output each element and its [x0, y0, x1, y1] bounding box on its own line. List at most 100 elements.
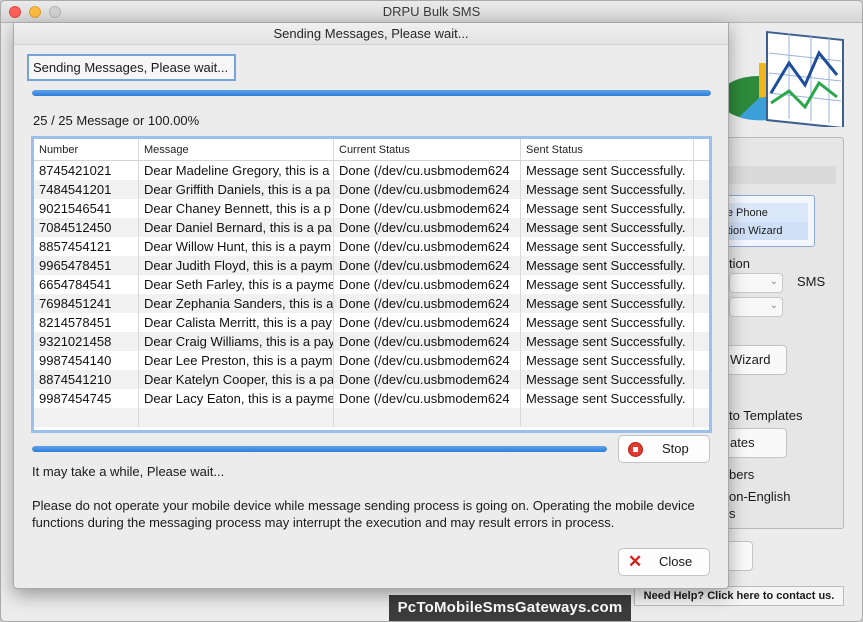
bg-select-1[interactable]: ⌄ — [729, 273, 783, 293]
bg-templates-button[interactable]: ates — [719, 428, 787, 458]
table-row[interactable]: 8857454121 Dear Willow Hunt, this is a pa… — [34, 237, 709, 256]
sending-dialog: Sending Messages, Please wait... Sending… — [13, 22, 729, 589]
zoom-window-icon[interactable] — [49, 6, 61, 18]
table-cell-spacer — [694, 199, 709, 218]
table-cell: Done (/dev/cu.usbmodem624 — [334, 389, 521, 408]
table-cell: 7484541201 — [34, 180, 139, 199]
table-cell: 8745421021 — [34, 161, 139, 180]
column-header[interactable]: Sent Status — [521, 139, 694, 160]
table-cell-spacer — [694, 256, 709, 275]
table-cell: Dear Judith Floyd, this is a paym — [139, 256, 334, 275]
chevron-down-icon: ⌄ — [769, 276, 778, 287]
table-cell-spacer — [694, 313, 709, 332]
table-row[interactable]: 6654784541 Dear Seth Farley, this is a pa… — [34, 275, 709, 294]
table-cell — [521, 408, 694, 427]
table-row[interactable]: 8874541210 Dear Katelyn Cooper, this is a… — [34, 370, 709, 389]
table-cell: Dear Madeline Gregory, this is a — [139, 161, 334, 180]
table-body: 8745421021 Dear Madeline Gregory, this is… — [34, 161, 709, 427]
table-cell-spacer — [694, 294, 709, 313]
stop-button-label: Stop — [662, 441, 689, 456]
bg-select-2[interactable]: ⌄ — [729, 297, 783, 317]
table-cell: 9987454140 — [34, 351, 139, 370]
minimize-window-icon[interactable] — [29, 6, 41, 18]
bg-wizard-button[interactable]: Wizard — [719, 345, 787, 375]
table-row[interactable]: 9321021458 Dear Craig Williams, this is a… — [34, 332, 709, 351]
message-count-text: 25 / 25 Message or 100.00% — [33, 113, 200, 128]
column-header[interactable]: Current Status — [334, 139, 521, 160]
table-row[interactable]: 7084512450 Dear Daniel Bernard, this is a… — [34, 218, 709, 237]
overall-progress-fill — [32, 90, 711, 96]
table-cell: Dear Lee Preston, this is a paym — [139, 351, 334, 370]
table-cell: 9965478451 — [34, 256, 139, 275]
table-cell: Done (/dev/cu.usbmodem624 — [334, 332, 521, 351]
table-cell: Message sent Successfully. — [521, 389, 694, 408]
window-title: DRPU Bulk SMS — [382, 4, 481, 19]
bg-templates-label: to Templates — [729, 408, 803, 423]
table-cell-spacer — [694, 237, 709, 256]
bg-option-label: tion — [729, 256, 750, 271]
table-cell: Done (/dev/cu.usbmodem624 — [334, 199, 521, 218]
table-cell: Message sent Successfully. — [521, 237, 694, 256]
table-cell: Dear Daniel Bernard, this is a pa — [139, 218, 334, 237]
table-cell: Done (/dev/cu.usbmodem624 — [334, 237, 521, 256]
table-cell: Message sent Successfully. — [521, 370, 694, 389]
close-button-label: Close — [659, 554, 693, 569]
app-logo-chart-icon — [719, 30, 844, 127]
stop-button[interactable]: Stop — [618, 435, 710, 463]
table-row[interactable]: 8745421021 Dear Madeline Gregory, this is… — [34, 161, 709, 180]
column-header[interactable]: Number — [34, 139, 139, 160]
table-row-empty — [34, 408, 709, 427]
bg-non-english-label: on-English — [729, 489, 791, 504]
table-cell: Dear Katelyn Cooper, this is a pa — [139, 370, 334, 389]
table-cell: Message sent Successfully. — [521, 294, 694, 313]
table-cell: Dear Lacy Eaton, this is a payme — [139, 389, 334, 408]
table-cell: Done (/dev/cu.usbmodem624 — [334, 256, 521, 275]
table-cell-spacer — [694, 218, 709, 237]
table-row[interactable]: 7484541201 Dear Griffith Daniels, this is… — [34, 180, 709, 199]
bg-sms-label: SMS — [797, 274, 826, 289]
table-cell: Message sent Successfully. — [521, 313, 694, 332]
table-cell — [694, 408, 709, 427]
table-row[interactable]: 9021546541 Dear Chaney Bennett, this is a… — [34, 199, 709, 218]
table-row[interactable]: 9987454140 Dear Lee Preston, this is a pa… — [34, 351, 709, 370]
table-row[interactable]: 7698451241 Dear Zephania Sanders, this is… — [34, 294, 709, 313]
table-cell: 8214578451 — [34, 313, 139, 332]
messages-table[interactable]: Number Message Current Status Sent Status 8… — [31, 136, 712, 433]
table-row[interactable]: 9987454745 Dear Lacy Eaton, this is a pay… — [34, 389, 709, 408]
table-cell: Message sent Successfully. — [521, 161, 694, 180]
dialog-title: Sending Messages, Please wait... — [14, 23, 728, 45]
table-cell-spacer — [694, 351, 709, 370]
table-cell: Done (/dev/cu.usbmodem624 — [334, 313, 521, 332]
table-cell — [139, 408, 334, 427]
current-progress-bar — [32, 446, 607, 452]
table-cell: Done (/dev/cu.usbmodem624 — [334, 351, 521, 370]
table-cell: 7698451241 — [34, 294, 139, 313]
table-cell-spacer — [694, 370, 709, 389]
table-cell: Done (/dev/cu.usbmodem624 — [334, 294, 521, 313]
table-cell: Dear Craig Williams, this is a pay — [139, 332, 334, 351]
table-cell: Dear Griffith Daniels, this is a pa — [139, 180, 334, 199]
table-cell-spacer — [694, 161, 709, 180]
table-row[interactable]: 8214578451 Dear Calista Merritt, this is … — [34, 313, 709, 332]
table-cell-spacer — [694, 180, 709, 199]
close-window-icon[interactable] — [9, 6, 21, 18]
help-contact-link[interactable]: Need Help? Click here to contact us. — [634, 586, 844, 606]
column-header[interactable]: Message — [139, 139, 334, 160]
column-header-spacer — [694, 139, 709, 160]
sending-status-field: Sending Messages, Please wait... — [27, 54, 236, 81]
table-row[interactable]: 9965478451 Dear Judith Floyd, this is a p… — [34, 256, 709, 275]
close-button[interactable]: ✕ Close — [618, 548, 710, 576]
table-cell: 6654784541 — [34, 275, 139, 294]
bg-field — [723, 166, 836, 184]
table-cell: Message sent Successfully. — [521, 199, 694, 218]
table-cell: Message sent Successfully. — [521, 332, 694, 351]
stop-icon — [628, 442, 643, 457]
table-cell: Done (/dev/cu.usbmodem624 — [334, 180, 521, 199]
table-cell: Message sent Successfully. — [521, 351, 694, 370]
table-cell: Dear Seth Farley, this is a payme — [139, 275, 334, 294]
table-cell — [34, 408, 139, 427]
table-cell: Message sent Successfully. — [521, 180, 694, 199]
table-cell: Dear Willow Hunt, this is a paym — [139, 237, 334, 256]
table-cell: Message sent Successfully. — [521, 275, 694, 294]
website-watermark: PcToMobileSmsGateways.com — [389, 595, 631, 621]
